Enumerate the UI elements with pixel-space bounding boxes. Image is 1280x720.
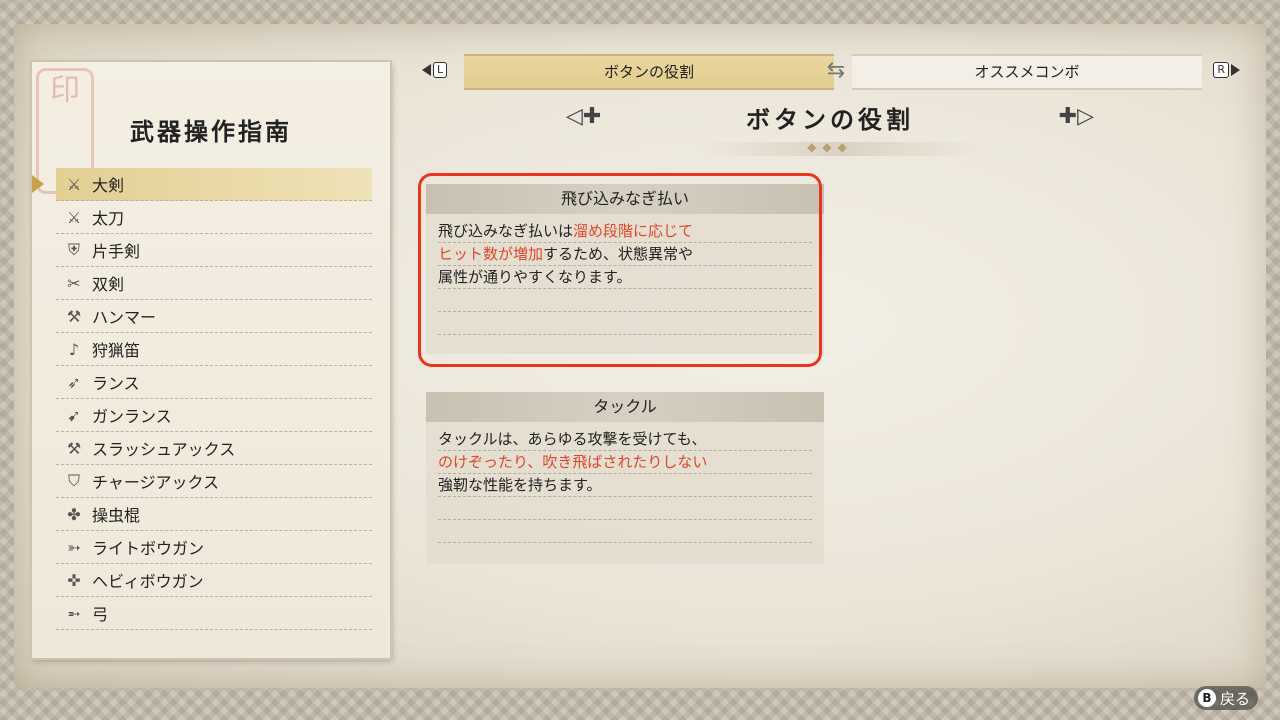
tab-button-roles[interactable]: ボタンの役割 — [464, 54, 834, 90]
l-button-icon: L — [433, 62, 448, 78]
swap-icon: ⇆ — [826, 58, 846, 83]
card-line-highlight: のけぞったり、吹き飛ばされたりしない — [438, 451, 812, 474]
section-header: ◁✚ ボタンの役割 ✚▷ ◆◆◆ — [560, 98, 1100, 158]
panel-title: 武器操作指南 — [130, 117, 292, 146]
weapon-label: 大剣 — [92, 176, 125, 195]
long-sword-icon: ⚔ — [66, 207, 82, 227]
dpad-right-icon[interactable]: ✚▷ — [1059, 104, 1094, 129]
next-tab-hint[interactable]: R — [1213, 62, 1240, 78]
weapon-label: チャージアックス — [92, 473, 220, 492]
card-body: タックルは、あらゆる攻撃を受けても、 のけぞったり、吹き飛ばされたりしない 強靭… — [426, 422, 824, 551]
weapon-label: 片手剣 — [92, 242, 141, 261]
weapon-item-switch-axe[interactable]: ⚒ スラッシュアックス — [56, 432, 372, 465]
b-button-icon: B — [1197, 689, 1216, 707]
weapon-item-light-bowgun[interactable]: ➳ ライトボウガン — [56, 531, 372, 564]
highlight-box — [418, 173, 822, 367]
weapon-label: ライトボウガン — [92, 539, 205, 558]
switch-axe-icon: ⚒ — [66, 438, 82, 458]
weapon-label: 太刀 — [92, 209, 125, 228]
light-bowgun-icon: ➳ — [67, 537, 81, 557]
weapon-item-long-sword[interactable]: ⚔ 太刀 — [56, 201, 372, 234]
weapon-item-hammer[interactable]: ⚒ ハンマー — [56, 300, 372, 333]
card-line-empty — [438, 520, 812, 543]
sword-and-shield-icon: ⛨ — [67, 240, 80, 259]
card-line: 強靭な性能を持ちます。 — [438, 474, 812, 497]
weapon-item-great-sword[interactable]: ⚔ 大剣 — [32, 168, 372, 201]
tab-bar: L ボタンの役割 ⇆ オススメコンボ R — [420, 52, 1242, 90]
card-line-empty — [438, 497, 812, 520]
prev-tab-hint[interactable]: L — [422, 62, 448, 78]
tab-recommended-combos[interactable]: オススメコンボ — [852, 54, 1202, 90]
insect-glaive-icon: ✤ — [67, 504, 81, 524]
selection-cursor-icon — [32, 175, 44, 193]
weapon-list: ⚔ 大剣 ⚔ 太刀 ⛨ 片手剣 ✂ 双剣 ⚒ ハンマー ♪ 狩猟笛 ➶ ランス … — [32, 168, 390, 630]
lance-icon: ➶ — [67, 372, 81, 392]
weapon-label: ヘビィボウガン — [92, 572, 204, 591]
weapon-item-dual-blades[interactable]: ✂ 双剣 — [56, 267, 372, 300]
weapon-item-insect-glaive[interactable]: ✤ 操虫棍 — [56, 498, 372, 531]
left-arrow-icon — [422, 64, 431, 76]
weapon-label: 弓 — [92, 605, 109, 624]
weapon-item-lance[interactable]: ➶ ランス — [56, 366, 372, 399]
weapon-label: ランス — [92, 374, 140, 393]
hammer-icon: ⚒ — [66, 306, 82, 326]
charge-blade-icon: ⛉ — [67, 471, 80, 490]
weapon-label: スラッシュアックス — [92, 440, 236, 459]
weapon-item-bow[interactable]: ➵ 弓 — [56, 597, 372, 630]
weapon-label: 操虫棍 — [92, 506, 141, 525]
section-title: ボタンの役割 — [746, 105, 914, 134]
card-title: タックル — [426, 392, 824, 422]
weapon-label: 双剣 — [92, 275, 125, 294]
hunting-horn-icon: ♪ — [68, 339, 80, 359]
weapon-item-heavy-bowgun[interactable]: ✜ ヘビィボウガン — [56, 564, 372, 597]
back-button[interactable]: B 戻る — [1193, 686, 1258, 710]
r-button-icon: R — [1213, 62, 1229, 78]
bow-icon: ➵ — [67, 603, 81, 623]
weapon-label: ガンランス — [92, 407, 172, 426]
weapon-item-hunting-horn[interactable]: ♪ 狩猟笛 — [56, 333, 372, 366]
weapon-guide-panel: 印 武器操作指南 ⚔ 大剣 ⚔ 太刀 ⛨ 片手剣 ✂ 双剣 ⚒ ハンマー ♪ 狩… — [32, 62, 390, 658]
page-indicator-icon: ◆◆◆ — [807, 140, 853, 154]
weapon-label: 狩猟笛 — [92, 341, 141, 360]
card-line: タックルは、あらゆる攻撃を受けても、 — [438, 428, 812, 451]
great-sword-icon: ⚔ — [66, 174, 82, 194]
weapon-label: ハンマー — [92, 308, 157, 327]
back-label: 戻る — [1219, 689, 1250, 708]
right-arrow-icon — [1231, 64, 1240, 76]
weapon-item-charge-blade[interactable]: ⛉ チャージアックス — [56, 465, 372, 498]
heavy-bowgun-icon: ✜ — [67, 570, 81, 590]
weapon-item-sword-and-shield[interactable]: ⛨ 片手剣 — [56, 234, 372, 267]
move-card-tackle: タックル タックルは、あらゆる攻撃を受けても、 のけぞったり、吹き飛ばされたりし… — [426, 392, 824, 564]
gunlance-icon: ➹ — [67, 405, 81, 425]
weapon-item-gunlance[interactable]: ➹ ガンランス — [56, 399, 372, 432]
dual-blades-icon: ✂ — [67, 273, 81, 293]
